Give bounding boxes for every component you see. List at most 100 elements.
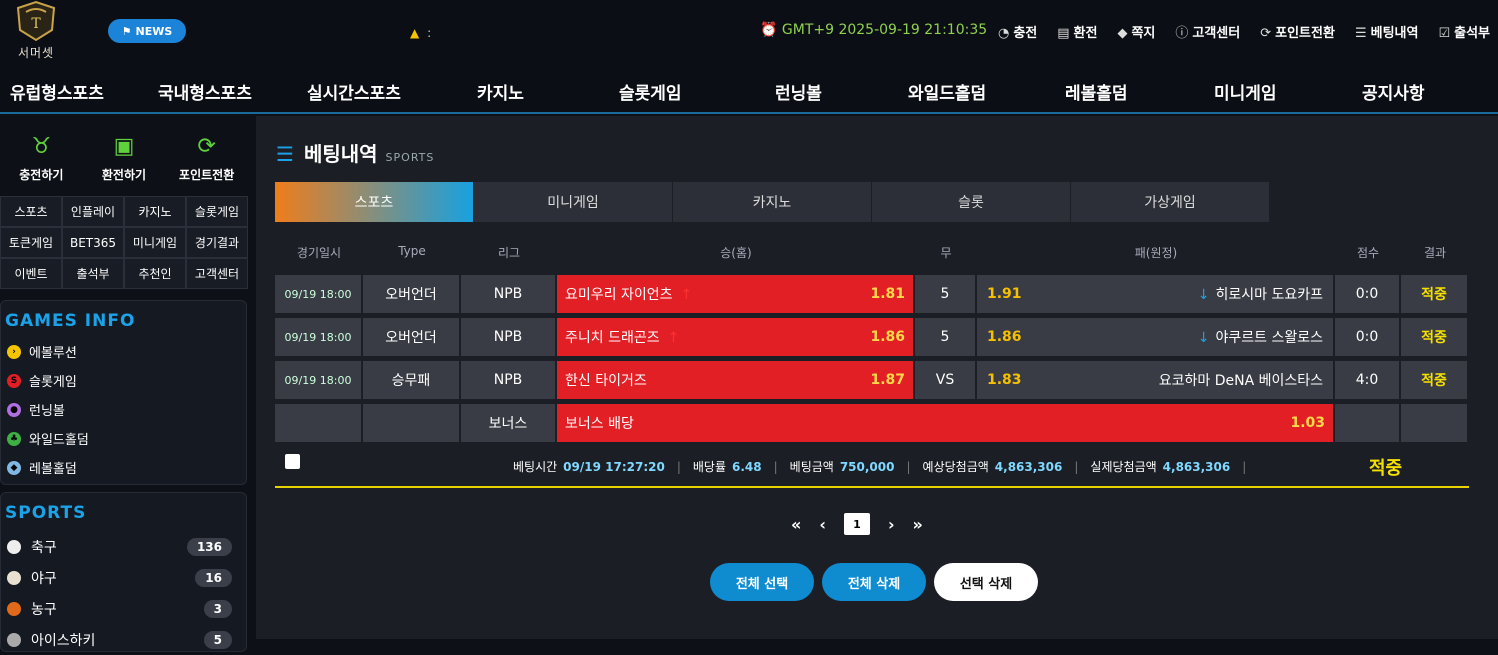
empty-cell [1335,404,1401,442]
top-link-2[interactable]: ◆ 쪽지 [1117,22,1155,41]
away-team-name: 요코하마 DeNA 베이스타스 [1159,370,1323,390]
sport-item[interactable]: 농구 3 [1,593,246,624]
bonus-row: 보너스 보너스 배당 1.03 [275,404,1469,442]
sport-item[interactable]: 축구 136 [1,531,246,562]
match-date: 09/19 18:00 [275,275,363,313]
actual-value: 4,863,306 [1162,459,1231,474]
draw-value[interactable]: VS [915,361,977,399]
result: 적중 [1401,275,1469,313]
tab-3[interactable]: 슬롯 [872,182,1070,222]
action-buttons: 전체 선택 전체 삭제 선택 삭제 [710,563,1038,601]
nav-item-8[interactable]: 미니게임 [1214,79,1277,104]
sidebar-menu-item[interactable]: 카지노 [124,196,186,227]
game-item[interactable]: ◆ 레볼홀덤 [1,453,246,482]
nav-item-1[interactable]: 국내형스포츠 [158,79,252,104]
select-checkbox[interactable] [285,454,300,469]
tab-1[interactable]: 미니게임 [474,182,672,222]
sidebar-menu-item[interactable]: 토큰게임 [0,227,62,258]
expected-label: 예상당첨금액 [922,460,989,474]
nav-item-0[interactable]: 유럽형스포츠 [10,79,104,104]
sport-ball-icon [7,632,21,647]
tab-4[interactable]: 가상게임 [1071,182,1269,222]
nav-item-4[interactable]: 슬롯게임 [619,79,682,104]
sidebar-menu-item[interactable]: BET365 [62,227,124,258]
game-icon: ◆ [7,460,21,475]
sidebar-menu-item[interactable]: 미니게임 [124,227,186,258]
nav-item-6[interactable]: 와일드홀덤 [908,79,986,104]
sidebar-menu-item[interactable]: 고객센터 [186,258,248,289]
arrow-down-icon: ↓ [1197,330,1210,346]
quick-action-label: 포인트전환 [179,168,235,182]
sidebar-menu-item[interactable]: 이벤트 [0,258,62,289]
summary-divider: | [906,459,911,474]
table-row: 09/19 18:00 오버언더 NPB 주니치 드래곤즈 ↑ 1.86 5 1.86 ↓ 야쿠르… [275,318,1469,356]
prev-page-button[interactable]: ‹ [819,515,826,534]
game-item[interactable]: › 에볼루션 [1,337,246,366]
top-link-3[interactable]: ⓘ 고객센터 [1175,22,1240,41]
top-link-0[interactable]: ◔ 충전 [998,22,1037,41]
last-page-button[interactable]: » [913,515,923,534]
nav-item-5[interactable]: 런닝볼 [775,79,822,104]
news-button[interactable]: ⚑ NEWS [108,19,186,43]
top-link-label: 환전 [1073,26,1098,41]
home-team-cell[interactable]: 요미우리 자이언츠 ↑ 1.81 [557,275,915,313]
table-header: 경기일시 Type 리그 승(홈) 무 패(원정) 점수 결과 [275,244,1469,270]
table-row: 09/19 18:00 승무패 NPB 한신 타이거즈 1.87 VS 1.83 요코하마 D… [275,361,1469,399]
away-team-cell[interactable]: 1.91 ↓ 히로시마 도요카프 [977,275,1335,313]
nav-item-9[interactable]: 공지사항 [1362,79,1425,104]
game-item[interactable]: ● 런닝볼 [1,395,246,424]
tab-2[interactable]: 카지노 [673,182,871,222]
game-item[interactable]: ♣ 와일드홀덤 [1,424,246,453]
score: 0:0 [1335,275,1401,313]
away-team-cell[interactable]: 1.83 요코하마 DeNA 베이스타스 [977,361,1335,399]
sport-item[interactable]: 야구 16 [1,562,246,593]
quick-action-2[interactable]: ⟳ 포인트전환 [167,134,247,198]
top-link-label: 출석부 [1454,26,1490,41]
top-link-6[interactable]: ☑ 출석부 [1438,22,1490,41]
first-page-button[interactable]: « [791,515,801,534]
sidebar-menu-item[interactable]: 스포츠 [0,196,62,227]
top-link-4[interactable]: ⟳ 포인트전환 [1260,22,1335,41]
sport-ball-icon [7,601,21,616]
game-item[interactable]: S 슬롯게임 [1,366,246,395]
news-marquee: ▲ : [410,26,431,40]
home-team-cell[interactable]: 주니치 드래곤즈 ↑ 1.86 [557,318,915,356]
sidebar-menu-item[interactable]: 경기결과 [186,227,248,258]
page-number[interactable]: 1 [843,513,870,535]
column-header: 결과 [1423,246,1447,260]
next-page-button[interactable]: › [888,515,895,534]
sport-item[interactable]: 아이스하키 5 [1,624,246,655]
quick-action-label: 환전하기 [101,168,147,182]
sidebar-menu-item[interactable]: 출석부 [62,258,124,289]
home-odds: 1.86 [870,329,905,345]
nav-item-2[interactable]: 실시간스포츠 [307,79,401,104]
summary-divider: | [1074,459,1079,474]
delete-selected-button[interactable]: 선택 삭제 [934,563,1038,601]
clock-text: GMT+9 2025-09-19 21:10:35 [781,22,988,38]
top-link-5[interactable]: ☰ 베팅내역 [1355,22,1419,41]
draw-value[interactable]: 5 [915,275,977,313]
nav-item-3[interactable]: 카지노 [477,79,524,104]
expected-value: 4,863,306 [994,459,1063,474]
quick-action-1[interactable]: ▣ 환전하기 [84,134,164,198]
delete-all-button[interactable]: 전체 삭제 [822,563,926,601]
away-team-cell[interactable]: 1.86 ↓ 야쿠르트 스왈로스 [977,318,1335,356]
column-header: 점수 [1356,246,1380,260]
top-link-1[interactable]: ▤ 환전 [1057,22,1097,41]
pagination: « ‹ 1 › » [791,513,923,535]
sidebar-grid-menu: 스포츠 인플레이 카지노 슬롯게임토큰게임 BET365 미니게임 경기결과이벤트 출석부 추천… [0,196,248,289]
bet-time-label: 베팅시간 [513,460,558,474]
sidebar-menu-item[interactable]: 인플레이 [62,196,124,227]
home-team-cell[interactable]: 한신 타이거즈 1.87 [557,361,915,399]
sidebar-menu-item[interactable]: 슬롯게임 [186,196,248,227]
home-team-name: 요미우리 자이언츠 ↑ [565,284,692,304]
tab-0[interactable]: 스포츠 [275,182,473,222]
nav-item-7[interactable]: 레볼홀덤 [1065,79,1128,104]
draw-value[interactable]: 5 [915,318,977,356]
sidebar-menu-item[interactable]: 추천인 [124,258,186,289]
select-all-button[interactable]: 전체 선택 [710,563,814,601]
home-team-name: 주니치 드래곤즈 ↑ [565,327,679,347]
top-link-label: 베팅내역 [1370,26,1419,41]
site-logo[interactable]: T 서머셋 [10,0,62,64]
quick-action-0[interactable]: ♉ 충전하기 [1,134,81,198]
